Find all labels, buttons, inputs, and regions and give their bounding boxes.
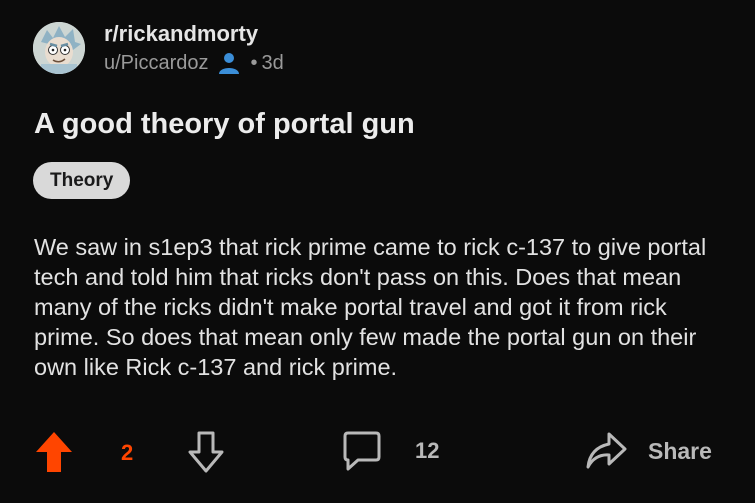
downvote-button[interactable] <box>186 430 226 474</box>
action-bar: 2 12 Share <box>0 428 755 478</box>
subreddit-name[interactable]: r/rickandmorty <box>104 20 284 48</box>
share-button[interactable]: Share <box>585 430 712 472</box>
comment-bubble-icon <box>343 431 381 471</box>
user-icon <box>217 51 241 75</box>
post-header: r/rickandmorty u/Piccardoz • 3d <box>33 20 284 76</box>
subreddit-avatar[interactable] <box>33 22 85 74</box>
post-body: We saw in s1ep3 that rick prime came to … <box>34 234 707 380</box>
vote-count: 2 <box>121 440 134 465</box>
byline: u/Piccardoz • 3d <box>104 50 284 76</box>
separator-dot: • <box>250 52 258 74</box>
downvote-arrow-icon <box>188 431 224 473</box>
flair-badge[interactable]: Theory <box>33 162 131 199</box>
post-title[interactable]: A good theory of portal gun <box>34 104 415 144</box>
post-meta: r/rickandmorty u/Piccardoz • 3d <box>104 20 284 76</box>
share-label: Share <box>648 437 712 464</box>
comment-count: 12 <box>415 438 440 463</box>
share-arrow-icon <box>586 432 627 469</box>
upvote-button[interactable] <box>34 430 74 474</box>
post-age: 3d <box>261 52 284 74</box>
author-name[interactable]: u/Piccardoz <box>104 50 209 76</box>
post-card: r/rickandmorty u/Piccardoz • 3d A good t… <box>0 0 755 503</box>
upvote-arrow-icon <box>36 432 72 472</box>
comments-button[interactable]: 12 <box>342 430 439 472</box>
